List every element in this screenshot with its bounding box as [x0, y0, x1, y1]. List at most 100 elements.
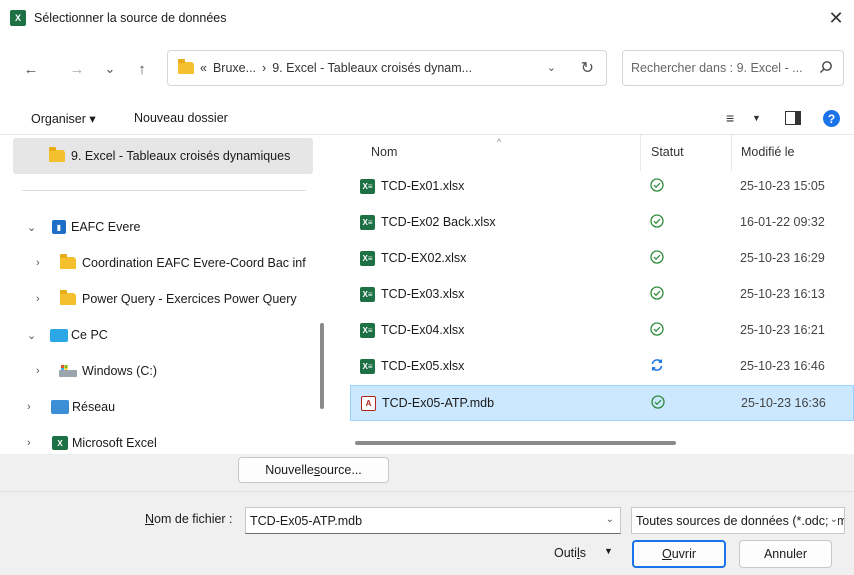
chevron-down-icon[interactable]: ⌄	[827, 514, 838, 525]
column-divider[interactable]	[731, 135, 732, 171]
sidebar-item-label: Microsoft Excel	[72, 436, 157, 450]
search-icon[interactable]	[819, 60, 833, 74]
horizontal-scrollbar[interactable]	[355, 441, 676, 445]
new-folder-button[interactable]: Nouveau dossier	[134, 111, 228, 125]
sidebar-item-reseau[interactable]: › Réseau	[0, 389, 320, 425]
search-input[interactable]: Rechercher dans : 9. Excel - ...	[622, 50, 844, 86]
chevron-right-icon[interactable]: ›	[36, 293, 40, 305]
file-row-selected[interactable]: A TCD-Ex05-ATP.mdb 25-10-23 16:36	[350, 385, 854, 421]
filename-label: Nom de fichier :	[145, 512, 233, 526]
open-label-accel: O	[661, 547, 672, 561]
back-arrow-icon[interactable]: ←	[20, 58, 42, 80]
forward-arrow-icon[interactable]: →	[66, 58, 88, 80]
file-modified: 25-10-23 16:13	[740, 287, 825, 301]
refresh-icon[interactable]: ↻	[581, 58, 594, 78]
folder-icon	[49, 147, 65, 162]
excel-file-icon: X≡	[360, 215, 375, 230]
column-header-name[interactable]: Nom	[371, 145, 397, 159]
sidebar-item-eafc-evere[interactable]: ⌄ ▮ EAFC Evere	[0, 209, 320, 245]
sidebar-item-windows-c[interactable]: › Windows (C:)	[0, 353, 320, 389]
file-row[interactable]: X≡ TCD-Ex01.xlsx 25-10-23 15:05	[350, 169, 854, 205]
dialog-footer: Nom de fichier : TCD-Ex05-ATP.mdb ⌄ Tout…	[0, 491, 854, 575]
excel-file-icon: X≡	[360, 359, 375, 374]
file-row[interactable]: X≡ TCD-Ex02 Back.xlsx 16-01-22 09:32	[350, 205, 854, 241]
chevron-down-icon[interactable]: ⌄	[606, 514, 614, 525]
sidebar-item-coordination[interactable]: › Coordination EAFC Evere-Coord Bac inf	[0, 245, 320, 281]
chevron-right-icon[interactable]: ›	[36, 365, 40, 377]
file-row[interactable]: X≡ TCD-EX02.xlsx 25-10-23 16:29	[350, 241, 854, 277]
file-row[interactable]: X≡ TCD-Ex03.xlsx 25-10-23 16:13	[350, 277, 854, 313]
file-modified: 25-10-23 16:29	[740, 251, 825, 265]
drive-icon	[59, 365, 77, 377]
close-icon[interactable]: ✕	[824, 6, 848, 30]
recent-locations-chevron-icon[interactable]: ⌄	[99, 58, 121, 80]
open-button[interactable]: Ouvrir	[632, 540, 726, 568]
sync-complete-icon	[650, 178, 664, 192]
tools-label-end: s	[579, 546, 586, 560]
sync-pending-icon	[651, 359, 663, 371]
filename-value: TCD-Ex05-ATP.mdb	[250, 513, 363, 528]
view-dropdown-icon[interactable]: ▼	[752, 113, 761, 123]
file-name: TCD-Ex04.xlsx	[381, 323, 465, 337]
column-header-status[interactable]: Statut	[651, 145, 684, 159]
sidebar-item-microsoft-excel[interactable]: › X Microsoft Excel	[0, 425, 320, 454]
file-name: TCD-Ex02 Back.xlsx	[381, 215, 496, 229]
navigation-bar: ← → ⌄ ↑ « Bruxe... › 9. Excel - Tableaux…	[0, 36, 854, 101]
file-modified: 16-01-22 09:32	[740, 215, 825, 229]
sort-ascending-icon: ^	[497, 137, 502, 147]
file-name: TCD-Ex01.xlsx	[381, 179, 465, 193]
preview-pane-icon[interactable]	[785, 111, 801, 125]
tools-menu-button[interactable]: Outils	[554, 546, 586, 560]
chevron-right-icon[interactable]: ›	[36, 257, 40, 269]
breadcrumb-item-bruxe[interactable]: Bruxe...	[213, 61, 256, 75]
tools-label-start: Outi	[554, 546, 577, 560]
navigation-pane: 9. Excel - Tableaux croisés dynamiques ⌄…	[0, 135, 338, 454]
address-dropdown-icon[interactable]: ⌄	[547, 61, 556, 74]
network-icon	[51, 400, 69, 414]
window-title: Sélectionner la source de données	[34, 11, 227, 25]
excel-file-icon: X≡	[360, 251, 375, 266]
chevron-right-icon[interactable]: ›	[27, 437, 31, 449]
organize-button[interactable]: Organiser ▾	[31, 111, 96, 126]
up-arrow-icon[interactable]: ↑	[131, 58, 153, 80]
sidebar-item-power-query[interactable]: › Power Query - Exercices Power Query	[0, 281, 320, 317]
column-divider[interactable]	[640, 135, 641, 171]
sidebar-item-current-folder[interactable]: 9. Excel - Tableaux croisés dynamiques	[13, 138, 313, 174]
tools-dropdown-icon[interactable]: ▼	[604, 546, 613, 556]
building-icon: ▮	[52, 220, 66, 234]
column-header-modified[interactable]: Modifié le	[741, 145, 795, 159]
file-type-select[interactable]: Toutes sources de données (*.odc;*.mdb) …	[631, 507, 845, 534]
chevron-down-icon[interactable]: ⌄	[27, 329, 36, 342]
sync-complete-icon	[650, 322, 664, 336]
sidebar-scrollbar[interactable]	[320, 323, 324, 409]
file-row[interactable]: X≡ TCD-Ex05.xlsx 25-10-23 16:46	[350, 349, 854, 385]
search-placeholder: Rechercher dans : 9. Excel - ...	[631, 61, 803, 75]
sync-complete-icon	[650, 250, 664, 264]
open-label-rest: uvrir	[671, 547, 697, 561]
breadcrumb-item-current[interactable]: 9. Excel - Tableaux croisés dynam...	[272, 61, 472, 75]
new-source-label-end: ource...	[320, 463, 362, 477]
excel-file-icon: X≡	[360, 323, 375, 338]
sidebar-item-ce-pc[interactable]: ⌄ Ce PC	[0, 317, 320, 353]
new-source-button[interactable]: Nouvelle s ource...	[238, 457, 389, 483]
folder-icon	[178, 59, 194, 74]
filename-label-rest: om de fichier :	[154, 512, 233, 526]
breadcrumb-prefix[interactable]: «	[200, 61, 207, 75]
sync-complete-icon	[650, 214, 664, 228]
sidebar-item-label: Power Query - Exercices Power Query	[82, 292, 297, 306]
breadcrumb-separator: ›	[262, 61, 267, 75]
file-row[interactable]: X≡ TCD-Ex04.xlsx 25-10-23 16:21	[350, 313, 854, 349]
chevron-down-icon[interactable]: ⌄	[27, 221, 36, 234]
address-bar[interactable]: « Bruxe... › 9. Excel - Tableaux croisés…	[167, 50, 607, 86]
cancel-button[interactable]: Annuler	[739, 540, 832, 568]
file-modified: 25-10-23 16:36	[741, 396, 826, 410]
view-list-icon[interactable]: ≡	[726, 110, 734, 126]
filename-field[interactable]: TCD-Ex05-ATP.mdb ⌄	[245, 507, 621, 534]
folder-icon	[60, 290, 76, 305]
excel-icon: X	[10, 10, 26, 26]
chevron-right-icon[interactable]: ›	[27, 401, 31, 413]
sync-complete-icon	[651, 395, 665, 409]
command-toolbar: Organiser ▾ Nouveau dossier ≡ ▼ ?	[0, 101, 854, 135]
help-icon[interactable]: ?	[823, 110, 840, 127]
sidebar-item-label: Réseau	[72, 400, 116, 414]
